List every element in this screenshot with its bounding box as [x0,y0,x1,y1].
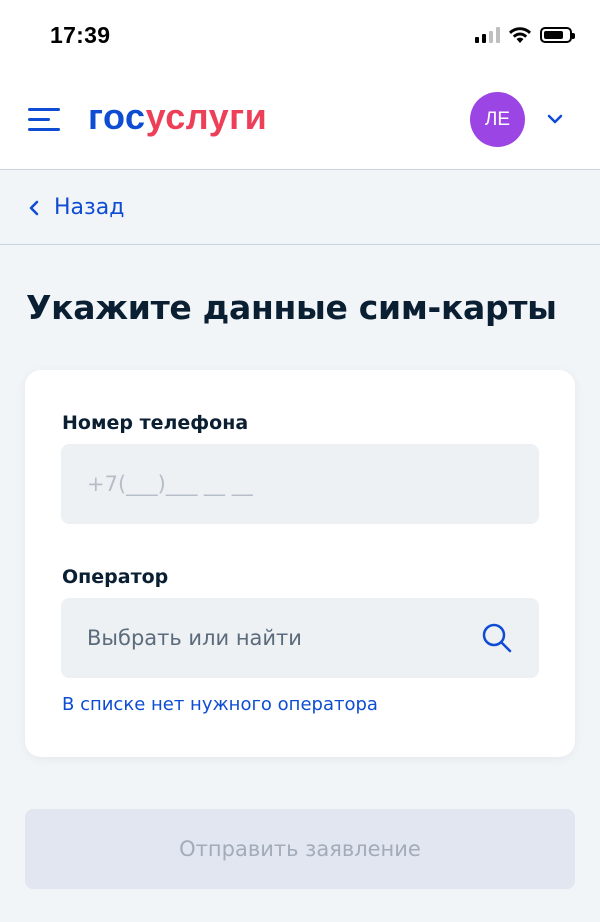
chevron-left-icon [29,200,39,215]
status-icons [475,26,575,44]
operator-select[interactable]: Выбрать или найти [61,598,539,678]
operator-placeholder: Выбрать или найти [87,626,302,650]
page-title: Укажите данные сим-карты [26,288,557,327]
signal-icon [475,27,500,43]
chevron-down-icon[interactable] [546,112,564,126]
status-bar: 17:39 [0,0,600,72]
logo-part-uslugi: услуги [145,96,268,137]
status-time: 17:39 [50,22,111,48]
wifi-icon [509,27,531,43]
sim-form-card: Номер телефона +7(___)___ __ __ Оператор… [25,370,575,757]
avatar[interactable]: ЛЕ [470,92,525,147]
battery-icon [540,27,575,43]
phone-label: Номер телефона [62,412,249,434]
phone-placeholder: +7(___)___ __ __ [87,472,253,496]
phone-input[interactable]: +7(___)___ __ __ [61,444,539,524]
no-operator-link[interactable]: В списке нет нужного оператора [62,694,378,715]
menu-icon[interactable] [28,108,60,134]
app-header: госуслуги ЛЕ [0,72,600,170]
operator-label: Оператор [62,566,169,588]
back-button[interactable]: Назад [28,195,124,220]
back-bar: Назад [0,171,600,245]
search-icon[interactable] [481,622,513,654]
logo-part-gos: гос [88,96,146,137]
gosuslugi-logo[interactable]: госуслуги [88,96,267,138]
submit-button[interactable]: Отправить заявление [25,809,575,889]
back-label: Назад [54,195,125,220]
